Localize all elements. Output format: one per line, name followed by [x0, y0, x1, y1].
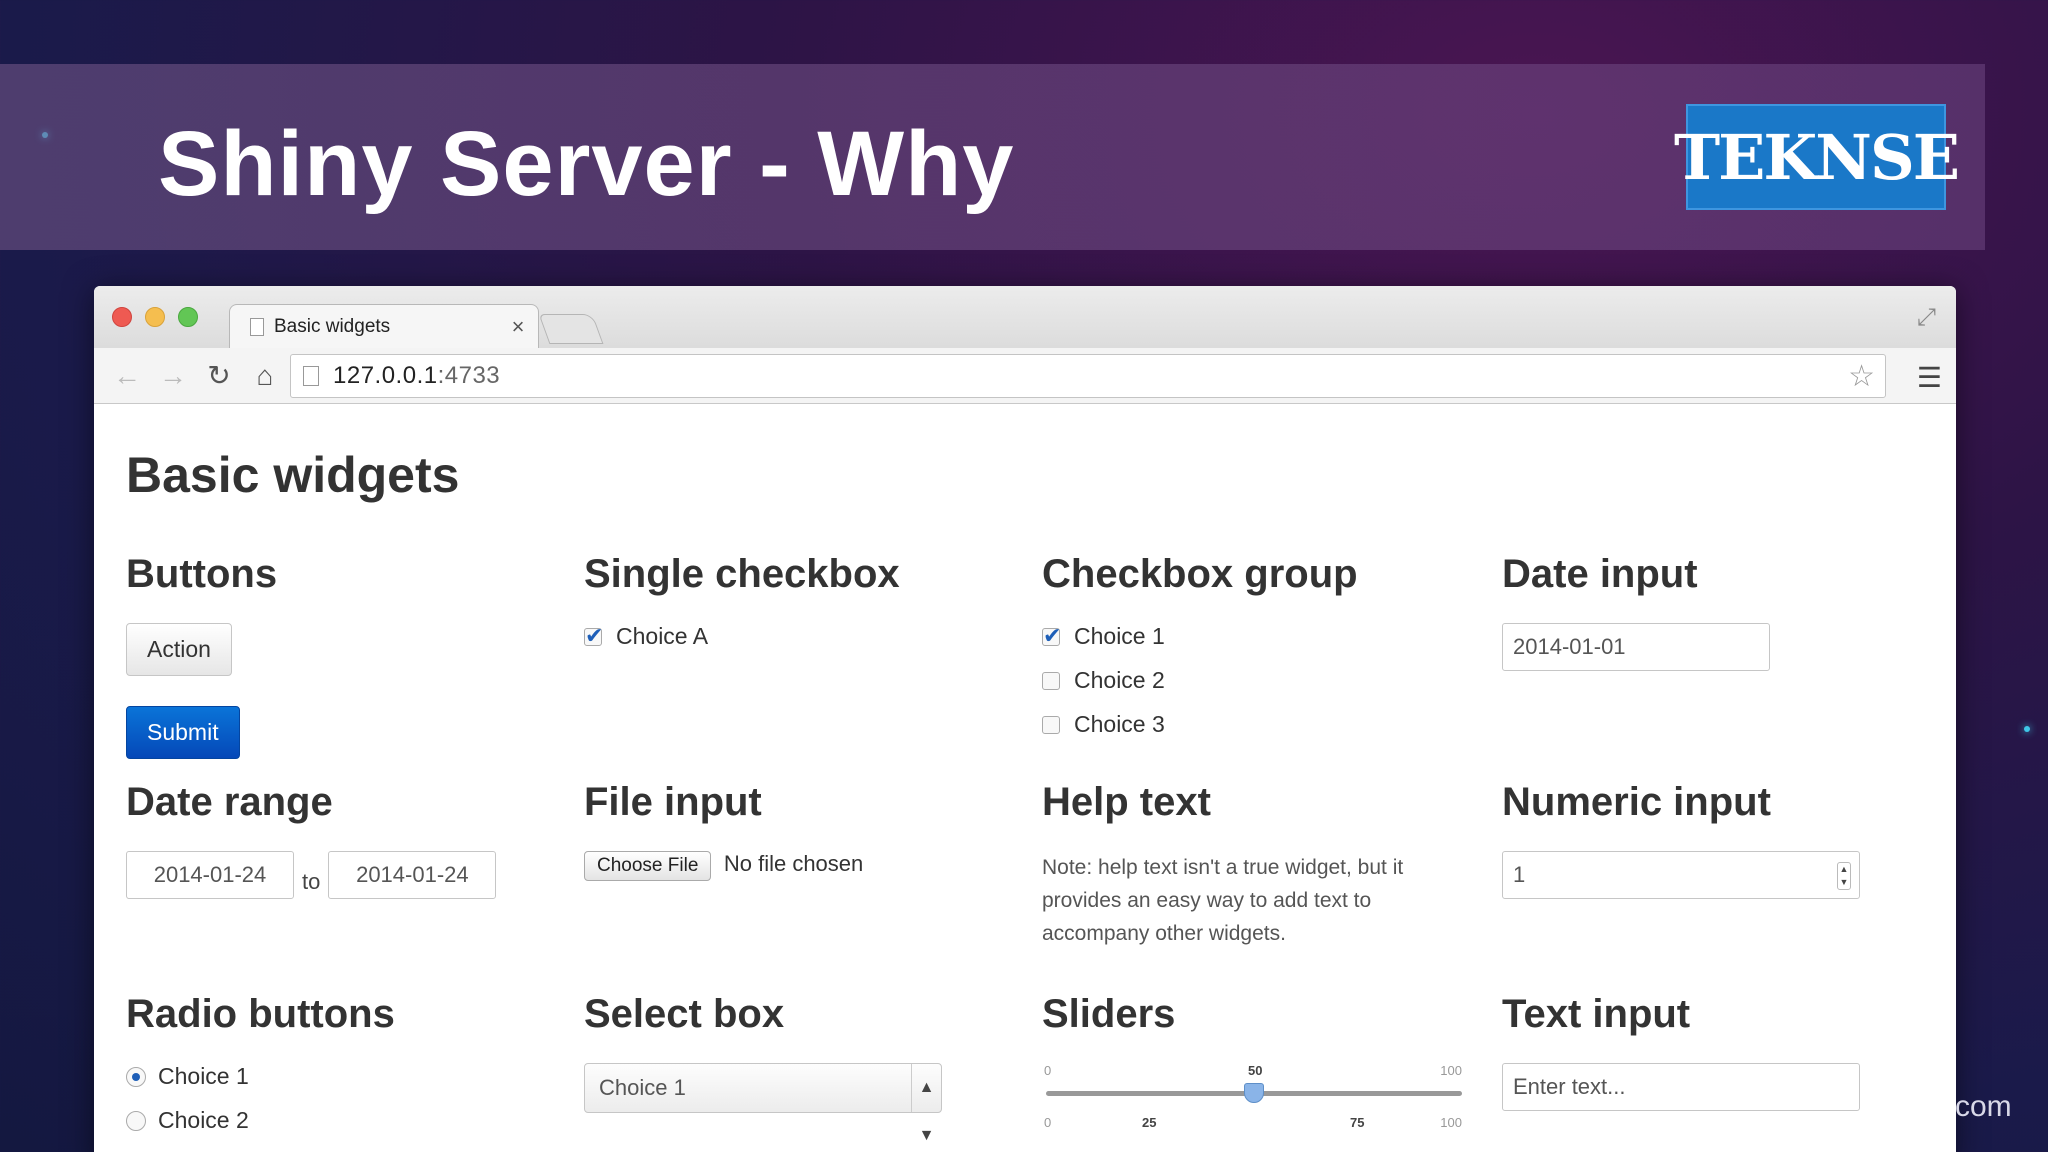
choose-file-button[interactable]: Choose File	[584, 851, 712, 881]
back-arrow-icon[interactable]: ←	[104, 360, 150, 392]
date-input-field[interactable]: 2014-01-01	[1502, 623, 1770, 671]
forward-arrow-icon[interactable]: →	[150, 360, 196, 392]
file-input-widget: File input Choose File No file chosen	[584, 780, 863, 881]
bookmark-star-icon[interactable]: ☆	[1848, 359, 1885, 394]
checkbox-group-item[interactable]: Choice 1	[1042, 623, 1358, 650]
numeric-input-widget: Numeric input 1 ▲ ▼	[1502, 780, 1860, 899]
spinner-arrows-icon[interactable]: ▲ ▼	[1837, 862, 1851, 890]
checkbox-label: Choice A	[616, 623, 709, 649]
url-host: 127.0.0.1	[333, 362, 438, 389]
reload-icon[interactable]: ↻	[196, 359, 242, 392]
radio-item[interactable]: Choice 2	[126, 1107, 395, 1134]
radio-label: Choice 2	[158, 1107, 249, 1133]
slider-min-label: 0	[1044, 1115, 1052, 1130]
select-value: Choice 1	[599, 1075, 686, 1100]
select-arrows-icon: ▲ ▼	[911, 1064, 941, 1144]
range-slider[interactable]: 0 25 75 100	[1042, 1115, 1462, 1135]
zoom-window-button[interactable]	[178, 307, 198, 327]
checkbox-group-item[interactable]: Choice 3	[1042, 711, 1358, 738]
slide-title: Shiny Server - Why	[158, 113, 1015, 215]
close-tab-icon[interactable]: ×	[498, 314, 538, 340]
page-title: Basic widgets	[126, 447, 460, 503]
slider-thumb[interactable]	[1244, 1083, 1264, 1103]
checkbox[interactable]	[584, 623, 603, 649]
help-text-heading: Help text	[1042, 780, 1211, 824]
home-icon[interactable]: ⌂	[242, 360, 288, 392]
hamburger-menu-icon[interactable]: ☰	[1917, 361, 1942, 394]
select-box-heading: Select box	[584, 992, 785, 1036]
star-decoration	[2024, 726, 2030, 732]
browser-window: Basic widgets × ⤢ ← → ↻ ⌂ 127.0.0.1:4733…	[94, 286, 1956, 1152]
slider-min-label: 0	[1044, 1063, 1052, 1078]
new-tab-button[interactable]	[538, 314, 604, 344]
tab-label: Basic widgets	[274, 315, 391, 337]
text-input-widget: Text input Enter text...	[1502, 992, 1860, 1111]
fullscreen-icon[interactable]: ⤢	[1917, 304, 1936, 332]
buttons-heading: Buttons	[126, 552, 278, 596]
slider-low-label: 25	[1142, 1115, 1157, 1130]
slider-max-label: 100	[1440, 1115, 1462, 1130]
url-port: :4733	[437, 362, 501, 389]
radio-button[interactable]	[126, 1110, 146, 1131]
checkbox[interactable]	[1042, 623, 1061, 649]
select-box[interactable]: Choice 1 ▲ ▼	[584, 1063, 942, 1144]
page-icon	[303, 366, 319, 386]
file-status-text: No file chosen	[723, 851, 864, 876]
help-text-widget: Help text Note: help text isn't a true w…	[1042, 780, 1462, 950]
single-checkbox-heading: Single checkbox	[584, 552, 900, 596]
numeric-input-field[interactable]: 1 ▲ ▼	[1502, 851, 1860, 899]
numeric-input-heading: Numeric input	[1502, 780, 1771, 824]
slider-max-label: 100	[1440, 1063, 1462, 1078]
minimize-window-button[interactable]	[145, 307, 165, 327]
page-content: Basic widgets Buttons Action Submit Sing…	[94, 404, 1956, 1152]
file-input-heading: File input	[584, 780, 762, 824]
page-icon	[250, 317, 264, 336]
select-box-widget: Select box Choice 1 ▲ ▼	[584, 992, 942, 1144]
checkbox[interactable]	[1042, 671, 1060, 690]
radio-label: Choice 1	[158, 1063, 249, 1089]
checkbox-label: Choice 2	[1074, 667, 1165, 693]
date-range-end-field[interactable]: 2014-01-24	[328, 851, 497, 899]
checkbox-group-item[interactable]: Choice 2	[1042, 667, 1358, 694]
text-input-field[interactable]: Enter text...	[1502, 1063, 1860, 1111]
sliders-heading: Sliders	[1042, 992, 1176, 1036]
close-window-button[interactable]	[112, 307, 132, 327]
checkbox-choice-a[interactable]: Choice A	[584, 623, 900, 650]
address-bar[interactable]: 127.0.0.1:4733 ☆	[290, 354, 1886, 398]
browser-tab[interactable]: Basic widgets ×	[229, 304, 539, 348]
radio-buttons-widget: Radio buttons Choice 1 Choice 2	[126, 992, 395, 1151]
action-button[interactable]: Action	[126, 623, 232, 676]
checkbox-label: Choice 3	[1074, 711, 1165, 737]
radio-item[interactable]: Choice 1	[126, 1063, 395, 1090]
date-range-heading: Date range	[126, 780, 333, 824]
text-input-heading: Text input	[1502, 992, 1691, 1036]
help-text-body: Note: help text isn't a true widget, but…	[1042, 856, 1404, 945]
teknseo-logo: TEKNSE	[1674, 104, 1960, 210]
footer-text: com	[1955, 1090, 2012, 1123]
date-range-widget: Date range 2014-01-24 to 2014-01-24	[126, 780, 497, 899]
radio-button[interactable]	[126, 1066, 146, 1087]
single-checkbox-widget: Single checkbox Choice A	[584, 552, 900, 667]
checkbox[interactable]	[1042, 715, 1060, 734]
slider-value-label: 50	[1248, 1063, 1263, 1078]
slider-high-label: 75	[1350, 1115, 1365, 1130]
url-text: 127.0.0.1:4733	[333, 362, 1848, 390]
date-input-widget: Date input 2014-01-01	[1502, 552, 1770, 671]
browser-titlebar: Basic widgets × ⤢	[94, 286, 1956, 348]
radio-buttons-heading: Radio buttons	[126, 992, 395, 1036]
sliders-widget: Sliders 0 50 100 0 25 75 100	[1042, 992, 1462, 1135]
date-range-start-field[interactable]: 2014-01-24	[126, 851, 294, 899]
submit-button[interactable]: Submit	[126, 706, 240, 759]
date-input-heading: Date input	[1502, 552, 1698, 596]
checkbox-group-widget: Checkbox group Choice 1 Choice 2 Choice …	[1042, 552, 1358, 755]
single-slider[interactable]: 0 50 100	[1042, 1063, 1462, 1111]
checkbox-label: Choice 1	[1074, 623, 1165, 649]
browser-toolbar: ← → ↻ ⌂ 127.0.0.1:4733 ☆ ☰	[94, 348, 1956, 404]
date-range-separator: to	[302, 869, 321, 894]
checkbox-group-heading: Checkbox group	[1042, 552, 1358, 596]
logo-text: TEKNSE	[1674, 120, 1960, 194]
buttons-widget: Buttons Action Submit	[126, 552, 277, 759]
numeric-value: 1	[1513, 862, 1526, 887]
